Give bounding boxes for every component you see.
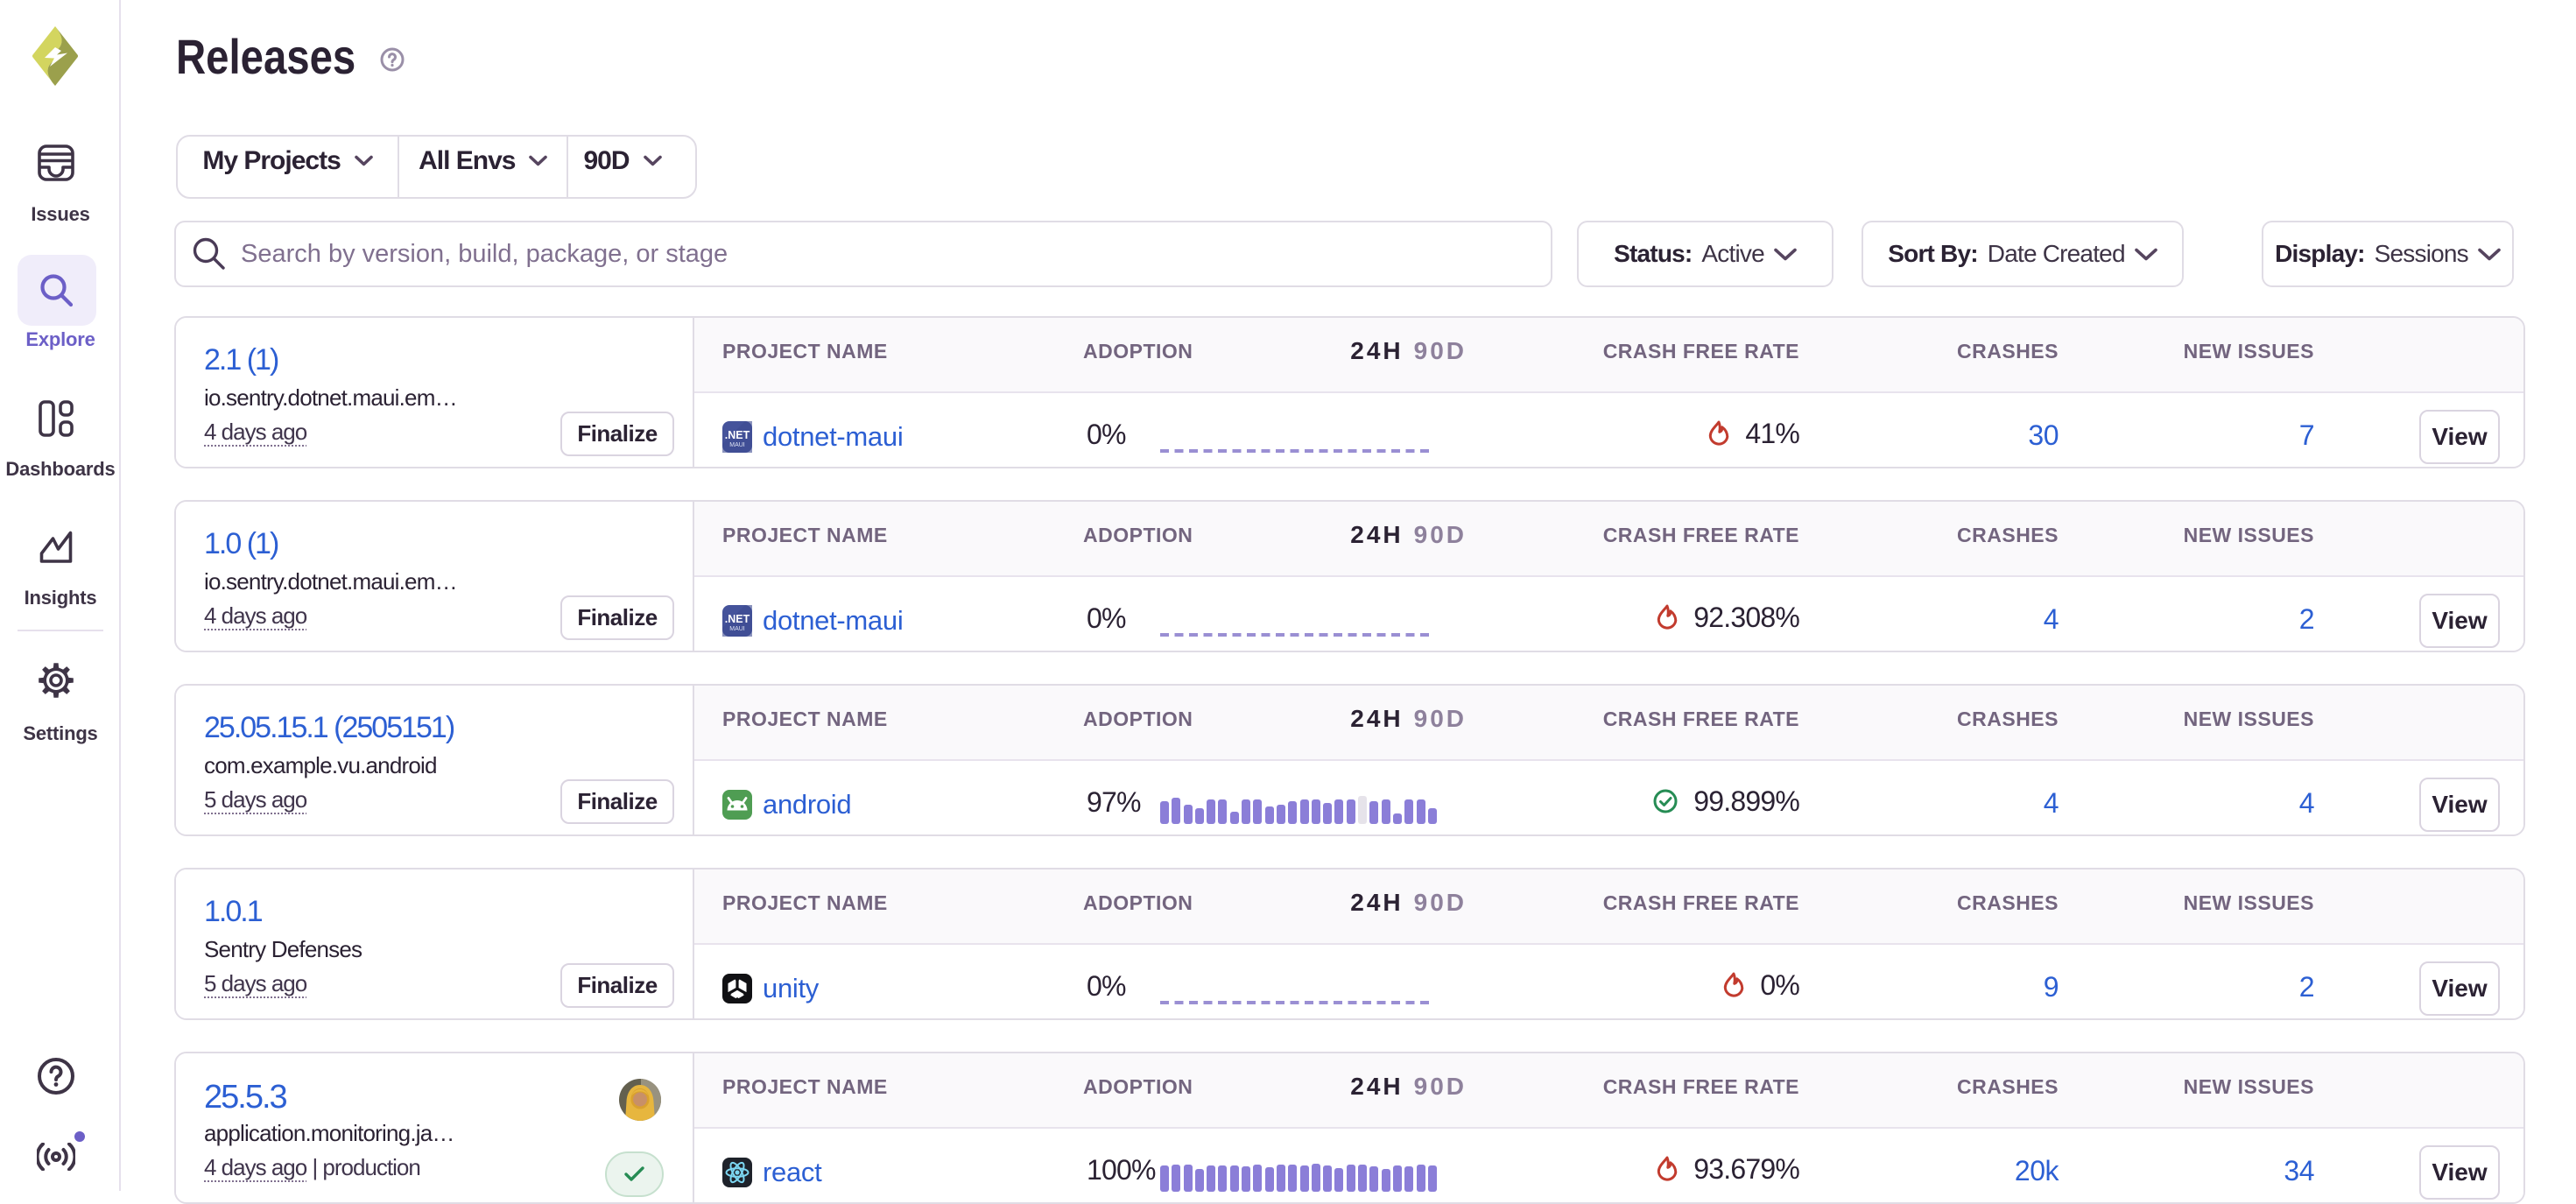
svg-text:MAUI: MAUI <box>729 626 745 632</box>
svg-text:.NET: .NET <box>725 429 750 441</box>
svg-text:MAUI: MAUI <box>729 442 745 448</box>
svg-text:.NET: .NET <box>725 613 750 625</box>
